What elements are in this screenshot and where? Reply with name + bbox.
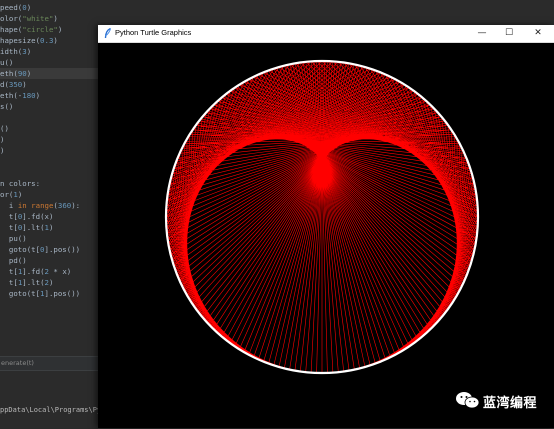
code-line: or(1) xyxy=(0,190,23,199)
code-line: n colors: xyxy=(0,179,41,188)
code-line: goto(t[0].pos()) xyxy=(0,245,81,254)
wechat-icon xyxy=(456,392,480,409)
minimize-button[interactable]: — xyxy=(470,25,494,42)
maximize-button[interactable]: ☐ xyxy=(497,25,521,42)
code-line: i in range(360): xyxy=(0,201,81,210)
code-line: s() xyxy=(0,102,14,111)
code-line: eth(90) xyxy=(0,68,98,79)
code-line: d(350) xyxy=(0,80,27,89)
close-icon: ✕ xyxy=(534,28,542,38)
editor-breadcrumb: enerate(t) xyxy=(0,356,98,370)
chord-lines xyxy=(165,60,479,374)
maximize-icon: ☐ xyxy=(504,28,514,38)
code-line: ) xyxy=(0,146,5,155)
window-titlebar[interactable]: Python Turtle Graphics — ☐ ✕ xyxy=(98,25,554,43)
code-line: hapesize(0.3) xyxy=(0,36,58,45)
code-line: eth(-180) xyxy=(0,91,41,100)
code-line: pd() xyxy=(0,256,27,265)
code-line: ) xyxy=(0,135,5,144)
code-line: olor("white") xyxy=(0,14,58,23)
code-line: peed(0) xyxy=(0,3,32,12)
close-button[interactable]: ✕ xyxy=(526,25,550,42)
code-line: t[1].lt(2) xyxy=(0,278,54,287)
code-line: t[0].fd(x) xyxy=(0,212,54,221)
window-title: Python Turtle Graphics xyxy=(115,28,192,37)
turtle-window: Python Turtle Graphics — ☐ ✕ xyxy=(98,25,554,428)
code-line: hape("circle") xyxy=(0,25,63,34)
watermark-text: 蓝湾编程 xyxy=(483,396,538,411)
code-line: u() xyxy=(0,58,14,67)
feather-icon xyxy=(104,28,111,39)
code-line: t[0].lt(1) xyxy=(0,223,54,232)
code-line: pu() xyxy=(0,234,27,243)
red-line-pattern xyxy=(165,60,479,374)
minimize-icon: — xyxy=(477,28,487,38)
breadcrumb-text: enerate(t) xyxy=(1,359,34,367)
code-line: idth(3) xyxy=(0,47,32,56)
code-line: () xyxy=(0,124,9,133)
terminal-path: ppData\Local\Programs\Pytho xyxy=(0,406,114,414)
code-line: t[1].fd(2 * x) xyxy=(0,267,72,276)
terminal-panel[interactable]: ppData\Local\Programs\Pytho xyxy=(0,370,114,429)
code-line: goto(t[1].pos()) xyxy=(0,289,81,298)
turtle-canvas xyxy=(98,43,554,428)
